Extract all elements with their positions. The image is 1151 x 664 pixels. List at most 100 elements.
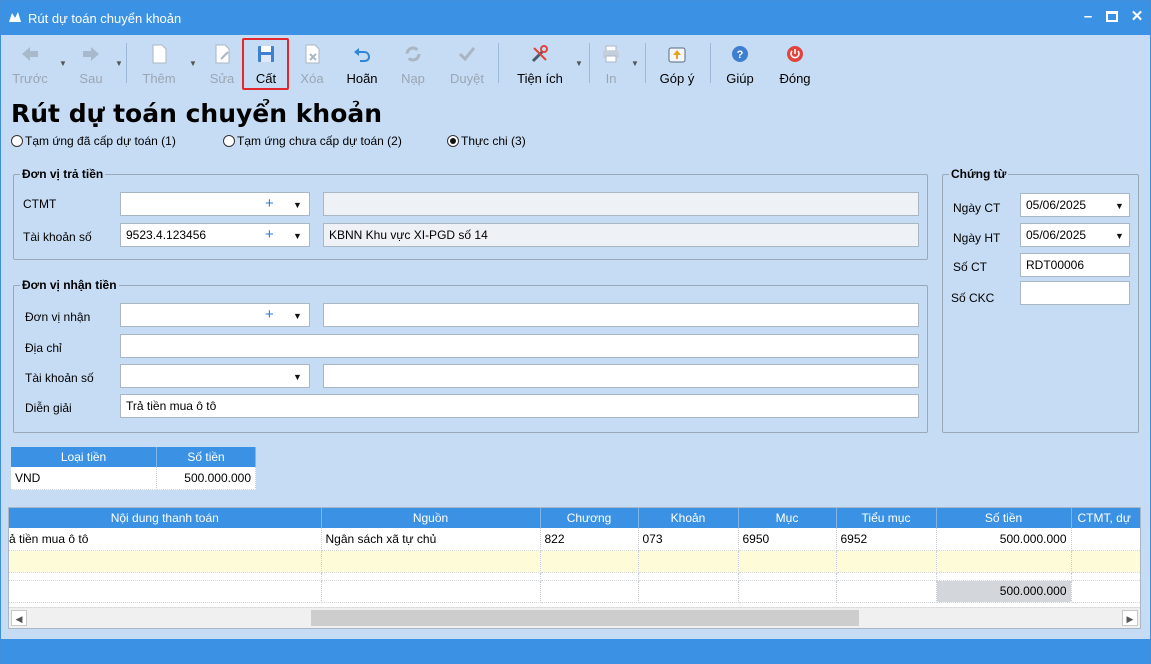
table-row-empty	[9, 572, 1140, 581]
table-cell[interactable]: 822	[540, 528, 639, 551]
column-header[interactable]: Loại tiền	[11, 447, 158, 467]
page-title: Rút dự toán chuyển khoản	[11, 99, 383, 128]
maximize-icon[interactable]	[1102, 7, 1122, 27]
column-header[interactable]: Nguồn	[321, 508, 541, 528]
column-header[interactable]: Số tiền	[156, 447, 256, 467]
table-row[interactable]: VND 500.000.000	[11, 467, 256, 490]
feedback-button[interactable]: Góp ý	[653, 39, 701, 89]
ckc-number-field[interactable]	[1020, 281, 1130, 305]
receiver-unit-name-field[interactable]	[323, 303, 919, 327]
radio-option-advance-unallocated[interactable]: Tạm ứng chưa cấp dự toán (2)	[223, 134, 402, 148]
chevron-down-icon[interactable]: ▼	[293, 200, 302, 210]
checkmark-icon	[458, 47, 476, 62]
table-row[interactable]: ả tiền mua ô tô Ngân sách xã tự chủ 822 …	[9, 528, 1140, 551]
main-window: Rút dự toán chuyển khoản – ✕ Trước ▼ Sau…	[0, 0, 1151, 664]
column-header[interactable]: Tiểu mục	[836, 508, 937, 528]
chevron-down-icon[interactable]: ▼	[189, 59, 197, 68]
utilities-button[interactable]: Tiện ích ▼	[511, 39, 583, 89]
radio-button-selected[interactable]	[447, 135, 459, 147]
column-header[interactable]: Mục	[738, 508, 837, 528]
plus-icon[interactable]: +	[265, 196, 274, 211]
table-cell[interactable]: 6952	[836, 528, 937, 551]
posting-date-picker[interactable]: 05/06/2025 ▼	[1020, 223, 1130, 247]
payer-account-label: Tài khoản số	[23, 230, 92, 244]
tools-icon	[531, 45, 548, 63]
description-field[interactable]: Trả tiền mua ô tô	[120, 394, 919, 418]
payer-account-combobox[interactable]: 9523.4.123456 + ▼	[120, 223, 310, 247]
horizontal-scrollbar[interactable]: ◀ ▶	[9, 607, 1140, 628]
ckc-number-label: Số CKC	[951, 291, 995, 305]
column-header[interactable]: Chương	[540, 508, 639, 528]
table-cell[interactable]	[1071, 528, 1140, 551]
posting-date-label: Ngày HT	[953, 231, 1001, 245]
chevron-down-icon[interactable]: ▼	[1115, 231, 1124, 241]
table-cell[interactable]: 073	[638, 528, 739, 551]
column-header[interactable]: Số tiền	[936, 508, 1072, 528]
plus-icon[interactable]: +	[265, 307, 274, 322]
voucher-date-label: Ngày CT	[953, 201, 1001, 215]
chevron-down-icon[interactable]: ▼	[115, 59, 123, 68]
currency-table: Loại tiền Số tiền VND 500.000.000	[11, 447, 256, 490]
add-button[interactable]: Thêm ▼	[139, 39, 197, 89]
chevron-down-icon[interactable]: ▼	[293, 311, 302, 321]
chevron-down-icon[interactable]: ▼	[293, 231, 302, 241]
column-header[interactable]: CTMT, dự	[1071, 508, 1140, 528]
receiver-account-combobox[interactable]: ▼	[120, 364, 310, 388]
chevron-down-icon[interactable]: ▼	[59, 59, 67, 68]
load-button[interactable]: Nạp	[393, 39, 433, 89]
toolbar: Trước ▼ Sau ▼ Thêm ▼ Sửa Cất Xóa Hoãn Nạ…	[1, 35, 1150, 91]
save-highlight-box	[242, 38, 289, 90]
table-cell[interactable]: 500.000.000	[936, 528, 1072, 551]
title-bar: Rút dự toán chuyển khoản – ✕	[1, 1, 1150, 35]
currency-cell[interactable]: VND	[11, 467, 158, 490]
status-bar	[1, 639, 1150, 664]
column-header[interactable]: Khoản	[638, 508, 739, 528]
total-row: 500.000.000	[9, 580, 1140, 603]
detail-table: Nội dung thanh toán Nguồn Chương Khoản M…	[9, 508, 1140, 603]
undo-button[interactable]: Hoãn	[339, 39, 385, 89]
voucher-number-label: Số CT	[953, 260, 988, 274]
prev-button[interactable]: Trước ▼	[7, 39, 67, 89]
chevron-down-icon[interactable]: ▼	[575, 59, 583, 68]
next-button[interactable]: Sau ▼	[71, 39, 123, 89]
voucher-date-picker[interactable]: 05/06/2025 ▼	[1020, 193, 1130, 217]
arrow-right-icon	[83, 47, 99, 61]
approve-button[interactable]: Duyệt	[443, 39, 491, 89]
table-cell[interactable]: ả tiền mua ô tô	[9, 528, 322, 551]
address-label: Địa chỉ	[25, 341, 62, 355]
radio-option-actual-expense[interactable]: Thực chi (3)	[447, 134, 526, 148]
column-header[interactable]: Nội dung thanh toán	[9, 508, 322, 528]
close-button[interactable]: Đóng	[772, 39, 818, 89]
table-cell[interactable]: Ngân sách xã tự chủ	[321, 528, 541, 551]
table-cell[interactable]: 6950	[738, 528, 837, 551]
address-field[interactable]	[120, 334, 919, 358]
radio-button[interactable]	[11, 135, 23, 147]
chevron-down-icon[interactable]: ▼	[293, 372, 302, 382]
voucher-number-field[interactable]: RDT00006	[1020, 253, 1130, 277]
table-row-new[interactable]	[9, 550, 1140, 573]
delete-document-icon	[305, 44, 320, 64]
new-document-icon	[152, 44, 167, 64]
scroll-right-icon[interactable]: ▶	[1122, 610, 1138, 626]
edit-button[interactable]: Sửa	[204, 39, 240, 89]
feedback-icon	[668, 47, 686, 63]
receiver-unit-combobox[interactable]: + ▼	[120, 303, 310, 327]
amount-cell[interactable]: 500.000.000	[156, 467, 256, 490]
scroll-left-icon[interactable]: ◀	[11, 610, 27, 626]
minimize-icon[interactable]: –	[1078, 7, 1098, 27]
ctmt-label: CTMT	[23, 197, 57, 211]
radio-option-advance-allocated[interactable]: Tạm ứng đã cấp dự toán (1)	[11, 134, 176, 148]
ctmt-combobox[interactable]: + ▼	[120, 192, 310, 216]
help-button[interactable]: ? Giúp	[719, 39, 761, 89]
chevron-down-icon[interactable]: ▼	[631, 59, 639, 68]
plus-icon[interactable]: +	[265, 227, 274, 242]
print-button[interactable]: In ▼	[597, 39, 639, 89]
close-window-icon[interactable]: ✕	[1127, 7, 1147, 27]
chevron-down-icon[interactable]: ▼	[1115, 201, 1124, 211]
receiver-account-description-field[interactable]	[323, 364, 919, 388]
radio-button[interactable]	[223, 135, 235, 147]
arrow-left-icon	[22, 47, 38, 61]
scrollbar-thumb[interactable]	[311, 610, 859, 626]
ctmt-description-field	[323, 192, 919, 216]
delete-button[interactable]: Xóa	[292, 39, 332, 89]
